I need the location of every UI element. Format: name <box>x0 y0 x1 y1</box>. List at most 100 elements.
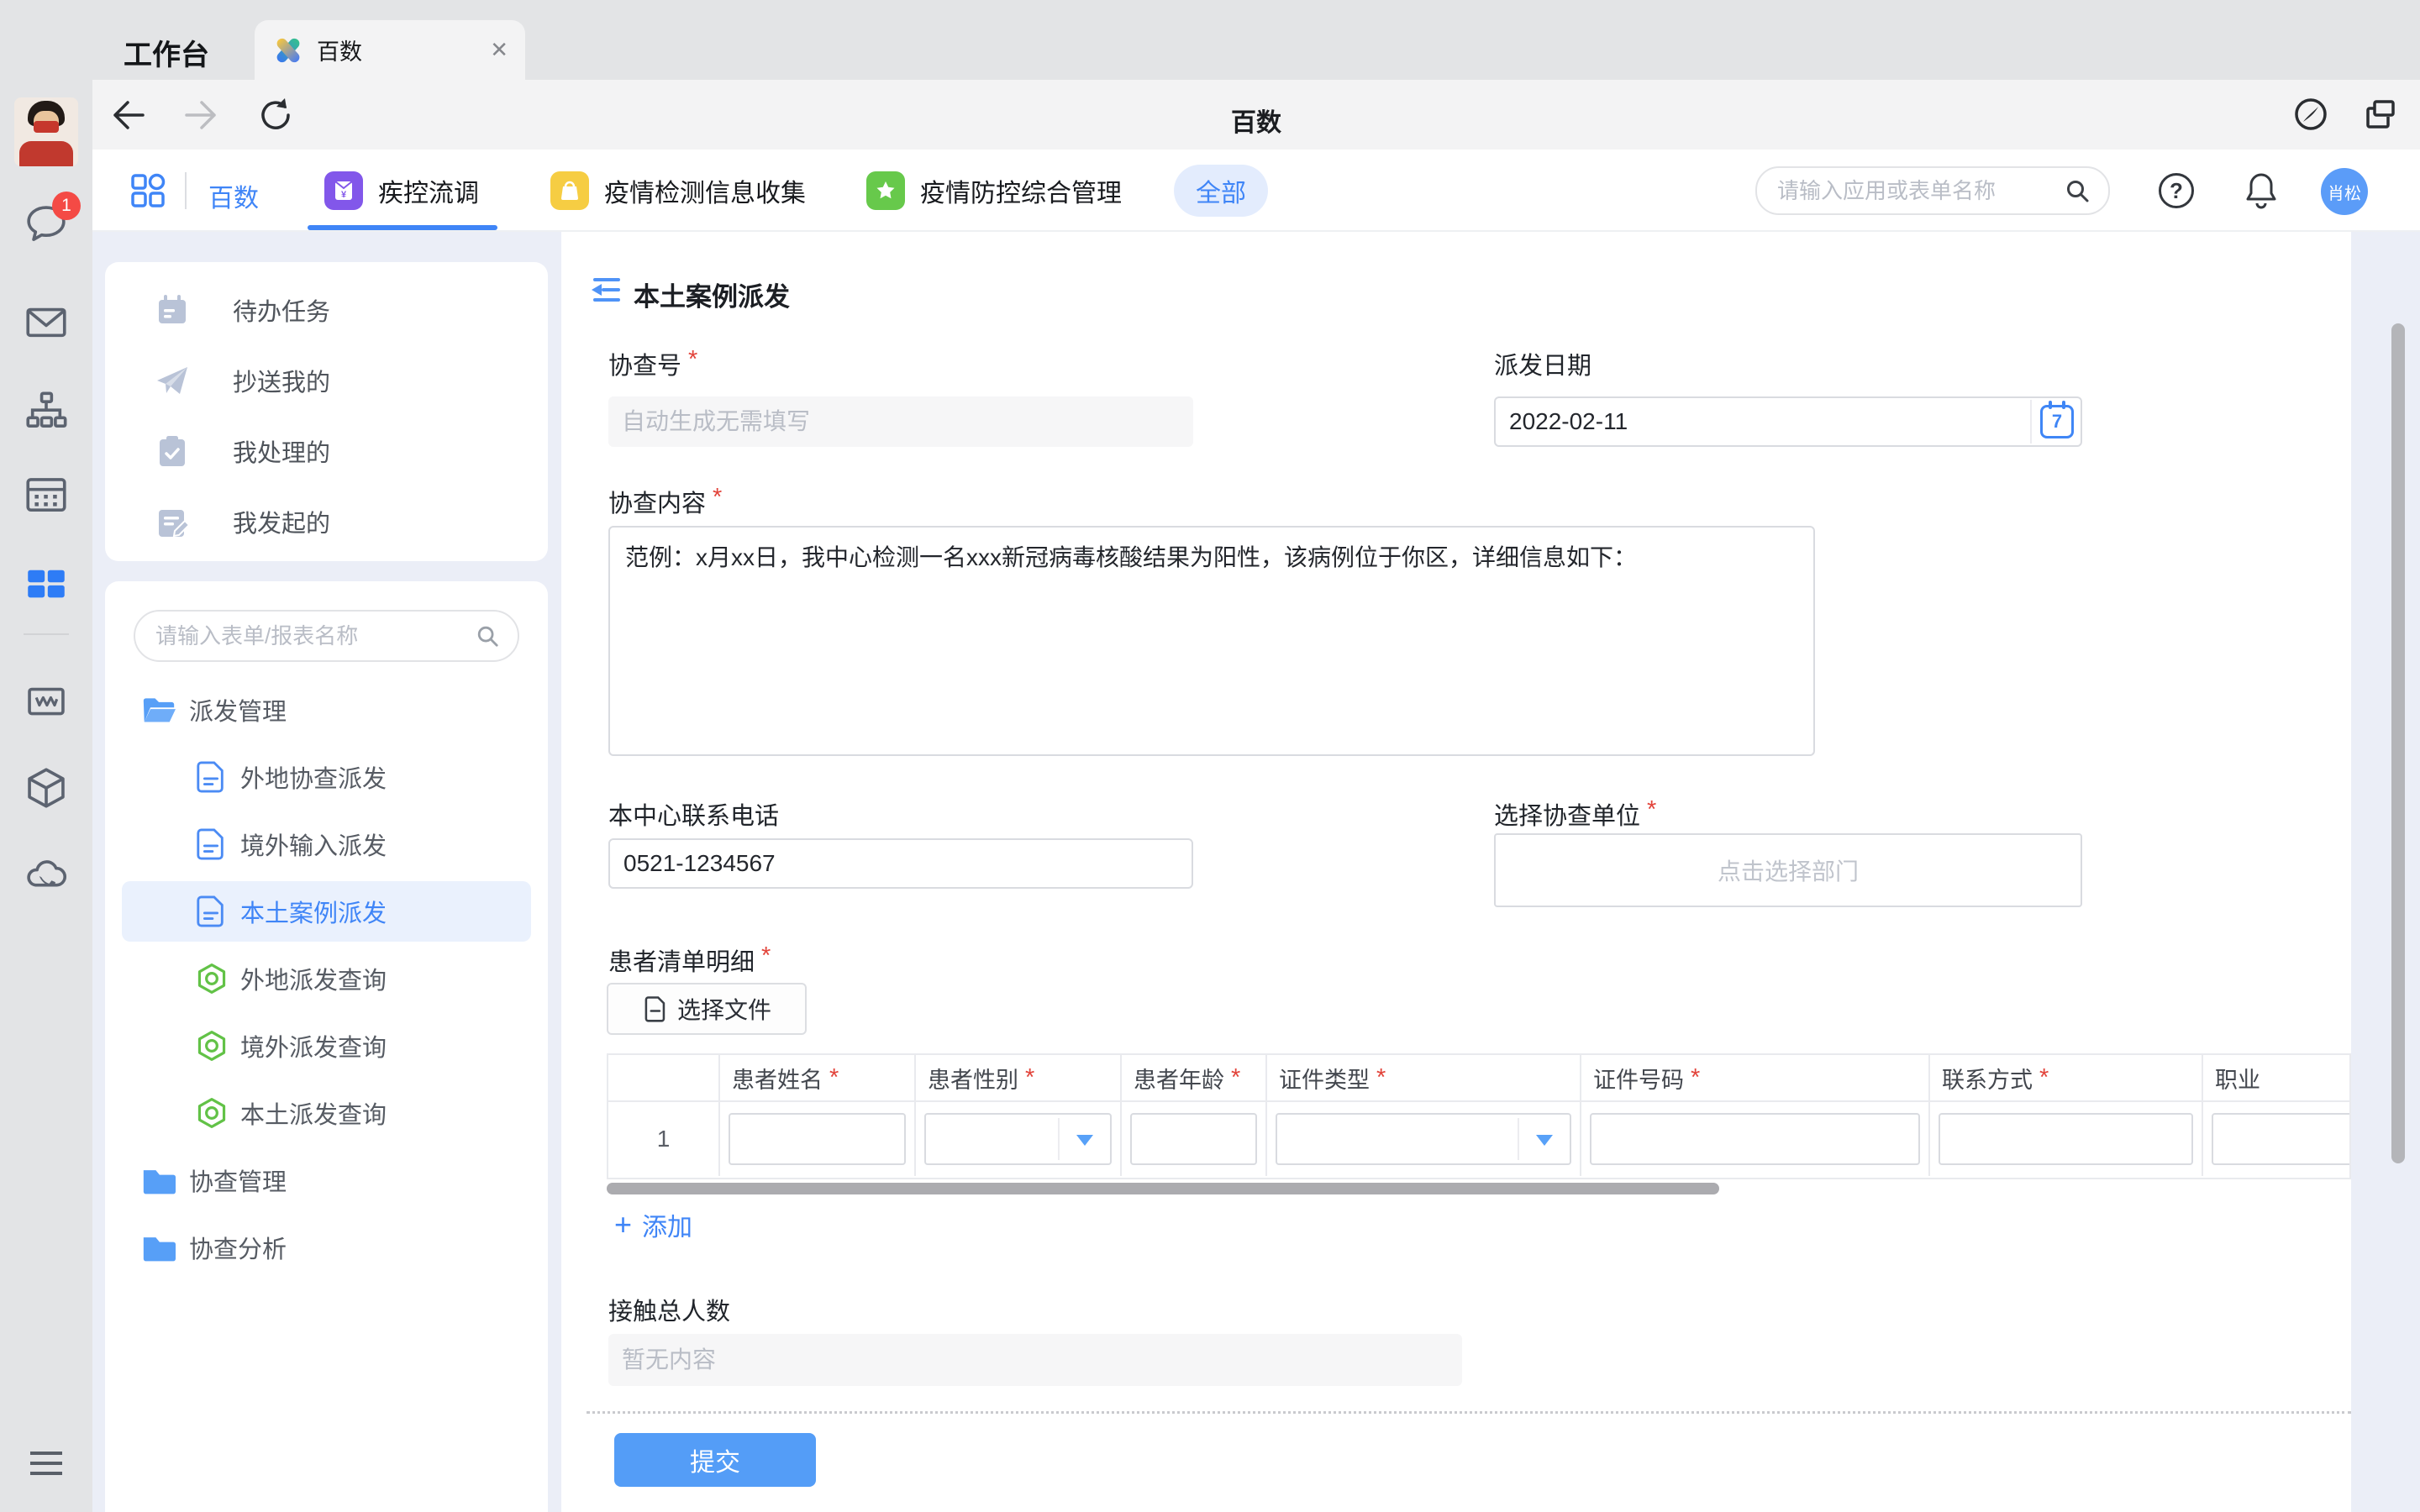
user-avatar[interactable]: 肖松 <box>2321 168 2368 215</box>
tree-folder-xiecha-analysis[interactable]: 协查分析 <box>105 1221 548 1274</box>
nav-home[interactable]: 百数 <box>208 177 259 214</box>
patients-table-header: 患者姓名* 患者性别* 患者年龄* 证件类型* 证件号码* 联系方式* 职业 <box>608 1055 2349 1100</box>
assist-content-label: 协查内容* <box>608 484 722 519</box>
form-search-input[interactable] <box>154 622 476 650</box>
form-panel: 本土案例派发 协查号* 派发日期 7 协查内容* 范例：x月xx日，我中心检测一… <box>561 232 2351 1512</box>
form-doc-icon <box>195 894 227 929</box>
dropdown-arrow-icon[interactable] <box>1076 1135 1093 1146</box>
tab-title: 百数 <box>317 34 490 66</box>
patients-table: 患者姓名* 患者性别* 患者年龄* 证件类型* 证件号码* 联系方式* 职业 1 <box>607 1053 2351 1179</box>
date-picker-icon[interactable]: 7 <box>2040 405 2074 438</box>
sidebar-item-cc-me[interactable]: 抄送我的 <box>105 354 548 407</box>
refresh-icon[interactable] <box>257 97 294 134</box>
date-input-divider <box>2030 400 2032 444</box>
patients-label: 患者清单明细* <box>608 942 771 978</box>
form-search[interactable] <box>134 610 519 662</box>
center-phone-label: 本中心联系电话 <box>608 796 779 832</box>
notification-bell-icon[interactable] <box>2242 170 2281 212</box>
sidebar-item-label: 待办任务 <box>233 292 330 328</box>
id-type-select[interactable] <box>1276 1113 1571 1165</box>
svg-text:¥: ¥ <box>341 190 347 200</box>
center-phone-input[interactable] <box>608 838 1193 889</box>
app-search[interactable] <box>1755 166 2110 215</box>
tree-folder-xiecha-mgmt[interactable]: 协查管理 <box>105 1153 548 1207</box>
w-doc-icon[interactable] <box>0 677 92 726</box>
forward-icon[interactable] <box>183 99 218 131</box>
nav-app-label: 疫情检测信息收集 <box>604 172 806 209</box>
tree-item-waidi-query[interactable]: 外地派发查询 <box>105 952 548 1005</box>
assist-no-input[interactable] <box>608 396 1193 447</box>
calendar-icon[interactable] <box>0 470 92 519</box>
org-icon[interactable] <box>0 387 92 436</box>
nav-app-label: 疫情防控综合管理 <box>920 172 1122 209</box>
nav-app-jikong[interactable]: ¥ 疾控流调 <box>324 171 479 210</box>
nav-all-apps[interactable]: 全部 <box>1174 165 1268 217</box>
contact-total-input[interactable] <box>608 1334 1462 1386</box>
menu-icon[interactable] <box>0 1446 92 1480</box>
note-pencil-icon <box>154 503 191 540</box>
assist-unit-label: 选择协查单位* <box>1494 796 1656 832</box>
assist-unit-picker[interactable]: 点击选择部门 <box>1494 833 2082 907</box>
paper-plane-icon <box>154 362 191 399</box>
tree-label: 外地派发查询 <box>240 961 387 996</box>
table-hscrollbar[interactable] <box>607 1183 2351 1194</box>
open-window-icon[interactable] <box>2363 97 2398 133</box>
tree-item-waidi-xiecha[interactable]: 外地协查派发 <box>105 750 548 804</box>
folder-icon <box>140 1163 177 1197</box>
tree-item-jingwai-shuru[interactable]: 境外输入派发 <box>105 817 548 871</box>
app-search-input[interactable] <box>1776 177 2065 205</box>
tree-label: 本土案例派发 <box>240 894 387 929</box>
occupation-input[interactable] <box>2212 1113 2351 1165</box>
tree-item-bentu-query[interactable]: 本土派发查询 <box>105 1086 548 1140</box>
choose-file-button[interactable]: 选择文件 <box>607 983 807 1035</box>
query-hexagon-icon <box>195 1095 229 1131</box>
add-row-button[interactable]: + 添加 <box>614 1206 692 1243</box>
nav-app-yiqing-jiance[interactable]: 疫情检测信息收集 <box>550 171 806 210</box>
sidebar-item-initiated[interactable]: 我发起的 <box>105 496 548 548</box>
tab-baishu[interactable]: 百数 ✕ <box>255 20 525 80</box>
row-index: 1 <box>608 1100 720 1176</box>
collapse-sidebar-icon[interactable] <box>588 272 623 307</box>
submit-button[interactable]: 提交 <box>614 1433 816 1487</box>
sidebar-item-todo[interactable]: 待办任务 <box>105 284 548 336</box>
apps-grid-icon[interactable] <box>128 171 168 211</box>
assist-content-textarea[interactable]: 范例：x月xx日，我中心检测一名xxx新冠病毒核酸结果为阳性，该病例位于你区，详… <box>608 526 1815 756</box>
contact-total-label: 接触总人数 <box>608 1292 730 1327</box>
patient-age-input[interactable] <box>1130 1113 1257 1165</box>
dock-divider <box>24 633 69 635</box>
cell-id-type <box>1267 1100 1581 1176</box>
workbench-icon[interactable] <box>0 559 92 608</box>
cube-icon[interactable] <box>0 764 92 812</box>
patient-gender-select[interactable] <box>924 1113 1112 1165</box>
cloud-call-icon[interactable] <box>0 850 92 899</box>
baishu-logo-icon <box>271 34 305 67</box>
cell-patient-name <box>720 1100 916 1176</box>
jiance-app-icon <box>550 171 589 210</box>
dropdown-arrow-icon[interactable] <box>1536 1135 1553 1146</box>
page-vscrollbar-thumb[interactable] <box>2391 323 2405 1163</box>
id-number-input[interactable] <box>1590 1113 1920 1165</box>
nav-app-yiqing-fangkong[interactable]: 疫情防控综合管理 <box>866 171 1122 210</box>
jikong-app-icon: ¥ <box>324 171 363 210</box>
sidebar-item-handled[interactable]: 我处理的 <box>105 425 548 477</box>
mail-icon[interactable] <box>0 297 92 346</box>
todo-calendar-icon <box>154 291 191 328</box>
dispatch-date-input[interactable] <box>1494 396 2082 447</box>
patient-name-input[interactable] <box>729 1113 906 1165</box>
plus-icon: + <box>614 1212 632 1237</box>
contact-input[interactable] <box>1939 1113 2193 1165</box>
tab-close-icon[interactable]: ✕ <box>490 37 508 63</box>
back-icon[interactable] <box>111 99 146 131</box>
dock-avatar[interactable] <box>0 97 92 166</box>
tree-item-bentu-anli-selected[interactable]: 本土案例派发 <box>105 885 548 938</box>
header-patient-gender: 患者性别* <box>916 1055 1122 1100</box>
tree-item-jingwai-query[interactable]: 境外派发查询 <box>105 1019 548 1073</box>
tree-label: 境外输入派发 <box>240 827 387 862</box>
hscrollbar-thumb[interactable] <box>607 1183 1719 1194</box>
tree-label: 外地协查派发 <box>240 759 387 795</box>
cell-contact <box>1930 1100 2203 1176</box>
compass-icon[interactable] <box>2292 96 2329 133</box>
help-icon[interactable]: ? <box>2159 173 2194 208</box>
tree-folder-paifa[interactable]: 派发管理 <box>105 683 548 737</box>
header-patient-name: 患者姓名* <box>720 1055 916 1100</box>
